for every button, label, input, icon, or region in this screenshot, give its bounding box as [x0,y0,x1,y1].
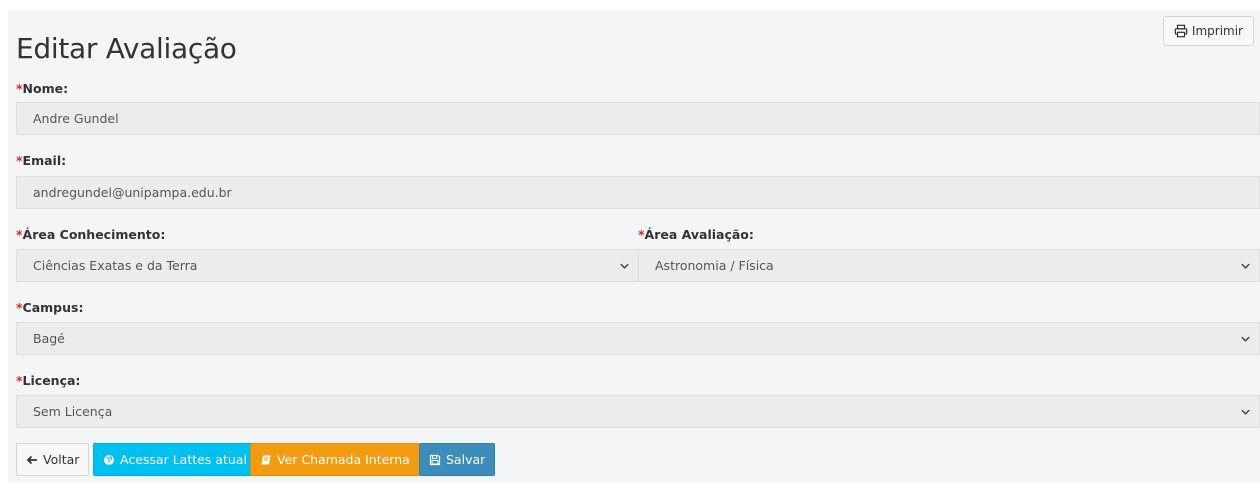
campus-value: Bagé [33,331,65,346]
area-avaliacao-label-text: Área Avaliação: [644,227,754,242]
area-conhecimento-label-text: Área Conhecimento: [22,227,166,242]
area-conhecimento-select[interactable]: Ciências Exatas e da Terra [16,249,639,282]
campus-label-text: Campus: [22,300,84,315]
area-conhecimento-value: Ciências Exatas e da Terra [33,258,198,273]
chamada-label: Ver Chamada Interna [277,452,410,467]
book-icon [261,455,271,464]
licenca-label-text: Licença: [22,373,81,388]
chamada-button[interactable]: Ver Chamada Interna [250,443,420,476]
email-field[interactable]: andregundel@unipampa.edu.br [16,176,1260,209]
printer-icon [1174,24,1188,38]
print-label: Imprimir [1191,24,1243,38]
nome-value: Andre Gundel [33,111,119,126]
area-conhecimento-label: *Área Conhecimento: [16,227,165,242]
campus-select[interactable]: Bagé [16,322,1260,355]
save-label: Salvar [446,452,486,467]
chevron-down-icon [1241,336,1250,342]
lattes-button[interactable]: Acessar Lattes atual [93,443,257,476]
edit-evaluation-panel: Imprimir Editar Avaliação *Nome: Andre G… [8,10,1260,482]
arrow-left-icon [26,455,37,464]
print-button[interactable]: Imprimir [1162,16,1254,46]
licenca-value: Sem Licença [33,404,113,419]
chevron-down-icon [1241,263,1250,269]
back-label: Voltar [43,452,80,467]
chevron-down-icon [620,263,629,269]
area-avaliacao-label: *Área Avaliação: [638,227,754,242]
page-title: Editar Avaliação [16,32,237,65]
lattes-label: Acessar Lattes atual [120,452,247,467]
chevron-down-icon [1241,409,1250,415]
nome-label: *Nome: [16,81,68,96]
save-button[interactable]: Salvar [419,443,496,476]
campus-label: *Campus: [16,300,83,315]
email-label-text: Email: [22,153,67,168]
globe-icon [104,454,114,465]
nome-label-text: Nome: [22,81,69,96]
licenca-label: *Licença: [16,373,80,388]
licenca-select[interactable]: Sem Licença [16,395,1260,428]
area-avaliacao-select[interactable]: Astronomia / Física [638,249,1260,282]
area-avaliacao-value: Astronomia / Física [655,258,774,273]
email-value: andregundel@unipampa.edu.br [33,185,232,200]
back-button[interactable]: Voltar [16,443,90,476]
floppy-disk-icon [429,454,441,465]
nome-field[interactable]: Andre Gundel [16,102,1260,135]
email-label: *Email: [16,153,66,168]
